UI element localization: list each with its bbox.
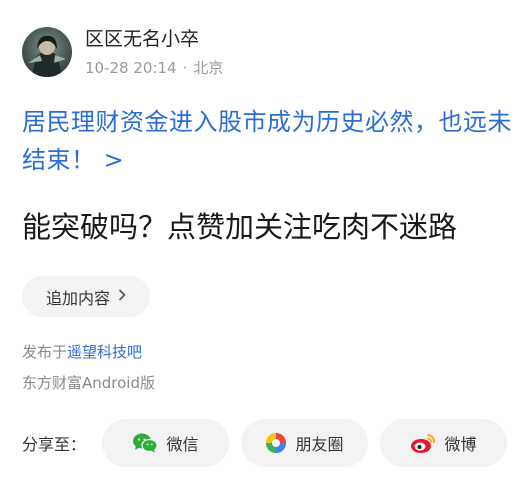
client-source: 东方财富Android版 [22, 374, 155, 392]
share-moments-button[interactable]: 朋友圈 [241, 419, 368, 467]
chevron-right-icon [118, 288, 126, 305]
published-in: 发布于遥望科技吧 [22, 341, 142, 362]
username[interactable]: 区区无名小卒 [85, 24, 199, 51]
share-label: 分享至： [22, 435, 87, 454]
post-body: 能突破吗？点赞加关注吃肉不迷路 [22, 210, 458, 244]
post-meta: 10-28 20:14 · 北京 [85, 57, 223, 78]
weibo-icon [411, 434, 436, 453]
post-location: 北京 [193, 59, 224, 77]
article-link[interactable]: 居民理财资金进入股市成为历史必然，也远未结束！ > [22, 103, 512, 179]
append-content-label: 追加内容 [45, 288, 110, 308]
share-weibo-button[interactable]: 微博 [380, 419, 507, 467]
forum-link[interactable]: 遥望科技吧 [67, 343, 142, 361]
published-prefix: 发布于 [22, 343, 68, 361]
post-date: 10-28 20:14 [85, 59, 177, 77]
moments-icon [266, 433, 287, 453]
avatar-image [22, 27, 72, 77]
wechat-icon [133, 433, 159, 453]
meta-separator: · [182, 59, 188, 77]
avatar[interactable] [22, 27, 72, 77]
share-weibo-label: 微博 [444, 435, 477, 454]
share-wechat-button[interactable]: 微信 [102, 419, 229, 467]
share-wechat-label: 微信 [166, 435, 199, 454]
append-content-button[interactable]: 追加内容 [22, 276, 150, 317]
share-moments-label: 朋友圈 [295, 435, 344, 454]
